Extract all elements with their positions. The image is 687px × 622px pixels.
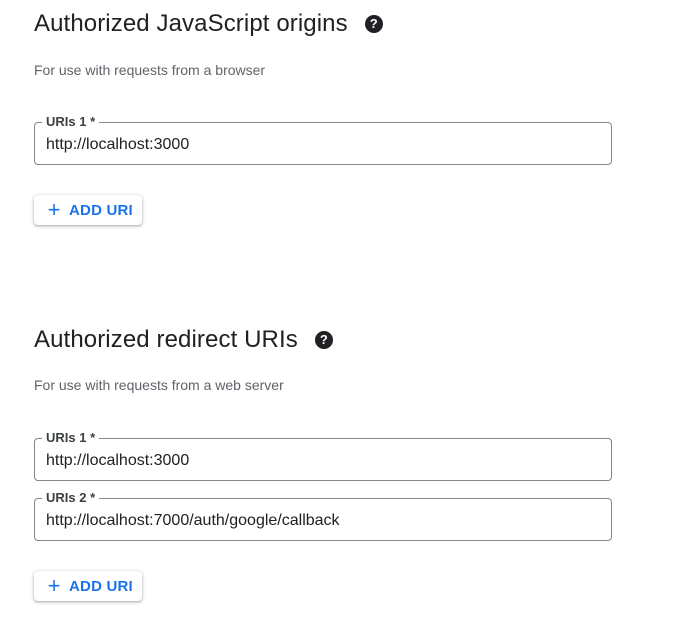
js-origins-add-uri-button[interactable]: + ADD URI — [34, 195, 142, 225]
redirect-uris-title: Authorized redirect URIs — [34, 326, 298, 353]
help-icon[interactable]: ? — [314, 331, 333, 349]
redirect-uri-label-1: URIs 1 * — [42, 430, 100, 446]
redirect-uri-label-2: URIs 2 * — [42, 490, 100, 506]
js-origins-description: For use with requests from a browser — [34, 62, 266, 78]
help-icon[interactable]: ? — [364, 15, 383, 33]
js-origin-uri-field-1[interactable]: URIs 1 * — [34, 114, 612, 165]
js-origins-title: Authorized JavaScript origins — [34, 10, 348, 37]
redirect-uris-add-uri-button[interactable]: + ADD URI — [34, 571, 142, 601]
add-uri-label: ADD URI — [69, 201, 133, 219]
redirect-uri-input-1[interactable] — [46, 451, 586, 470]
redirect-uris-description: For use with requests from a web server — [34, 377, 284, 393]
plus-icon: + — [47, 573, 61, 598]
plus-icon: + — [47, 197, 61, 222]
js-origin-uri-input-1[interactable] — [46, 135, 586, 154]
js-origins-heading: Authorized JavaScript origins ? — [34, 10, 634, 38]
redirect-uri-field-1[interactable]: URIs 1 * — [34, 430, 612, 481]
redirect-uri-input-2[interactable] — [46, 511, 586, 530]
redirect-uris-section: Authorized redirect URIs ? For use with … — [34, 326, 634, 606]
redirect-uri-field-2[interactable]: URIs 2 * — [34, 490, 612, 541]
js-origins-section: Authorized JavaScript origins ? For use … — [34, 10, 634, 230]
add-uri-label: ADD URI — [69, 577, 133, 595]
js-origin-uri-label-1: URIs 1 * — [42, 114, 100, 130]
redirect-uris-heading: Authorized redirect URIs ? — [34, 326, 634, 354]
